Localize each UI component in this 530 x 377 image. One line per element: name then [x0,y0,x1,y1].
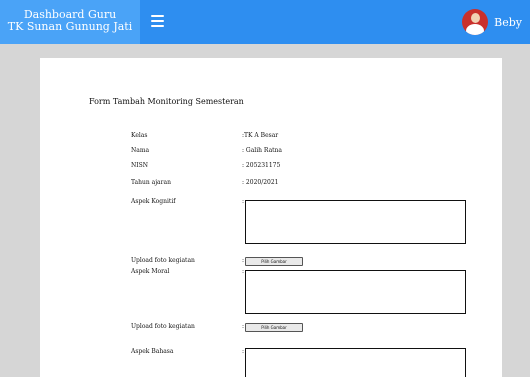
avatar [462,9,489,35]
choose-image-button-2[interactable]: Pilih Gambar [245,323,303,332]
aspek-kognitif-label: Aspek Kognitif [131,198,176,205]
aspek-moral-colon: : [242,268,245,275]
nama-label: Nama [131,147,150,154]
tahun-ajaran-label: Tahun ajaran [131,179,171,186]
brand-title[interactable]: Dashboard Guru TK Sunan Gunung Jati [0,0,140,44]
aspek-bahasa-textarea[interactable] [245,348,466,377]
kelas-value: :TK A Besar [242,132,279,139]
upload-foto-colon-2: : [242,323,245,330]
upload-foto-colon-1: : [242,257,245,264]
top-navbar: Dashboard Guru TK Sunan Gunung Jati Beby [0,0,530,44]
nisn-value: : 205231175 [242,162,281,169]
form-card: Form Tambah Monitoring Semesteran Kelas … [40,58,502,377]
tahun-ajaran-value: : 2020/2021 [242,179,279,186]
choose-image-button-1[interactable]: Pilih Gambar [245,257,303,266]
upload-foto-label-2: Upload foto kegiatan [131,323,195,330]
aspek-bahasa-colon: : [242,348,245,355]
aspek-moral-label: Aspek Moral [131,268,170,275]
brand-line-2: TK Sunan Gunung Jati [7,20,133,33]
aspek-kognitif-colon: : [242,198,245,205]
nama-value: : Galih Ratna [242,147,282,154]
form-title: Form Tambah Monitoring Semesteran [89,97,244,106]
nisn-label: NISN [131,162,148,169]
aspek-bahasa-label: Aspek Bahasa [131,348,174,355]
upload-foto-label-1: Upload foto kegiatan [131,257,195,264]
user-name: Beby [494,15,522,29]
hamburger-menu-icon[interactable] [151,15,164,27]
kelas-label: Kelas [131,132,148,139]
user-menu[interactable]: Beby [462,8,522,36]
aspek-kognitif-textarea[interactable] [245,200,466,244]
aspek-moral-textarea[interactable] [245,270,466,314]
